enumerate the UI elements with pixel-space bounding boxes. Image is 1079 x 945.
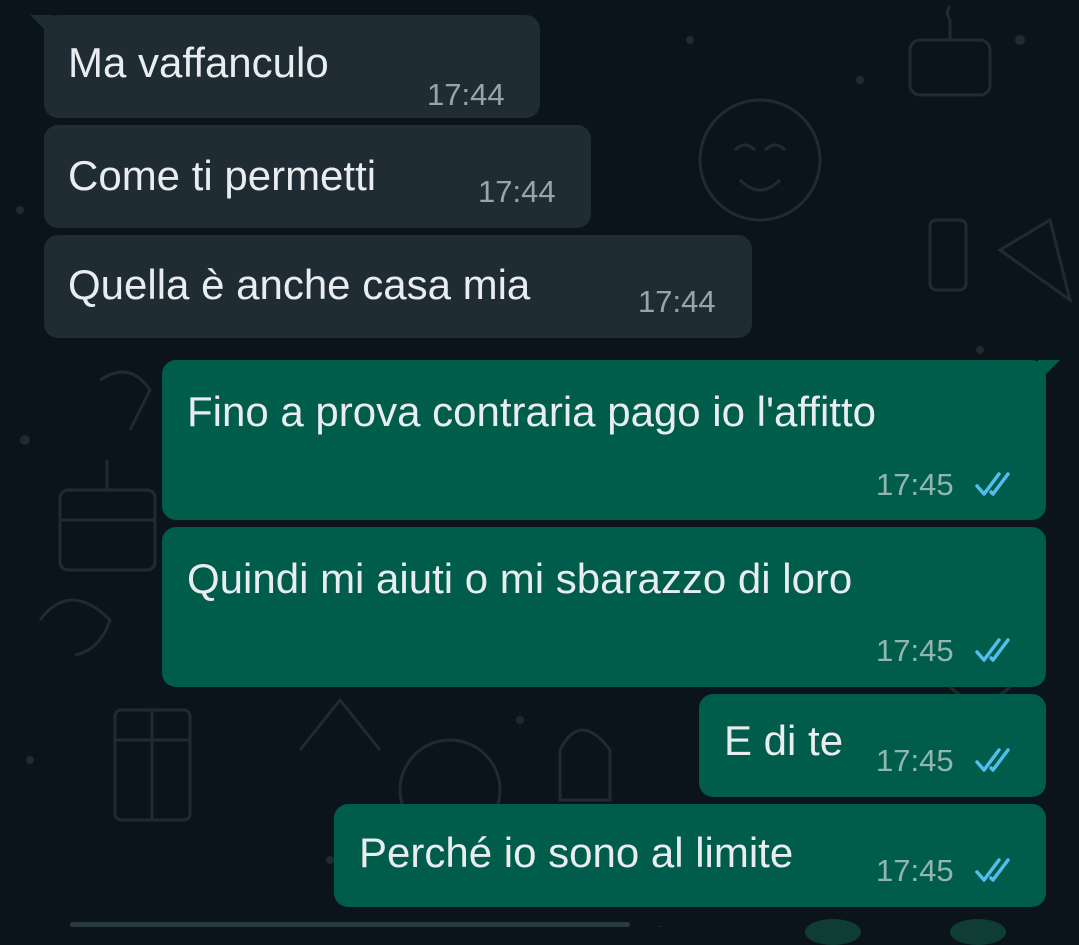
message-time: 17:45 [876,633,954,668]
message-bubble-outgoing[interactable]: E di te 17:45 [699,694,1046,797]
message-bubble-outgoing[interactable]: Fino a prova contraria pago io l'affitto… [162,360,1060,520]
message-bubble-incoming[interactable]: Come ti permetti 17:44 [44,125,591,228]
message-input-bar-edge [70,922,630,927]
read-double-tick-icon [975,638,1010,662]
message-text: Come ti permetti [68,152,377,199]
message-bubble-outgoing[interactable]: Perché io sono al limite 17:45 [334,804,1046,907]
message-text: Fino a prova contraria pago io l'affitto [187,388,876,435]
read-double-tick-icon [975,748,1010,772]
message-text: Ma vaffanculo [68,39,329,86]
emoji-button-edge [805,919,861,945]
message-time: 17:44 [638,284,716,319]
message-time: 17:44 [427,77,505,112]
message-text: E di te [724,717,844,764]
message-time: 17:45 [876,743,954,778]
bubble-tail [30,15,52,37]
read-double-tick-icon [975,858,1010,882]
message-time: 17:45 [876,853,954,888]
message-time: 17:45 [876,467,954,502]
read-double-tick-icon [975,472,1010,496]
message-text: Quindi mi aiuti o mi sbarazzo di loro [187,555,853,602]
message-time: 17:44 [478,174,556,209]
send-button-edge [950,919,1006,945]
message-bubble-outgoing[interactable]: Quindi mi aiuti o mi sbarazzo di loro 17… [162,527,1046,687]
message-text: Quella è anche casa mia [68,261,531,308]
message-text: Perché io sono al limite [359,829,794,876]
message-bubble-incoming[interactable]: Quella è anche casa mia 17:44 [44,235,752,338]
message-bubble-incoming[interactable]: Ma vaffanculo 17:44 [30,15,540,118]
bubble-tail [1038,360,1060,382]
